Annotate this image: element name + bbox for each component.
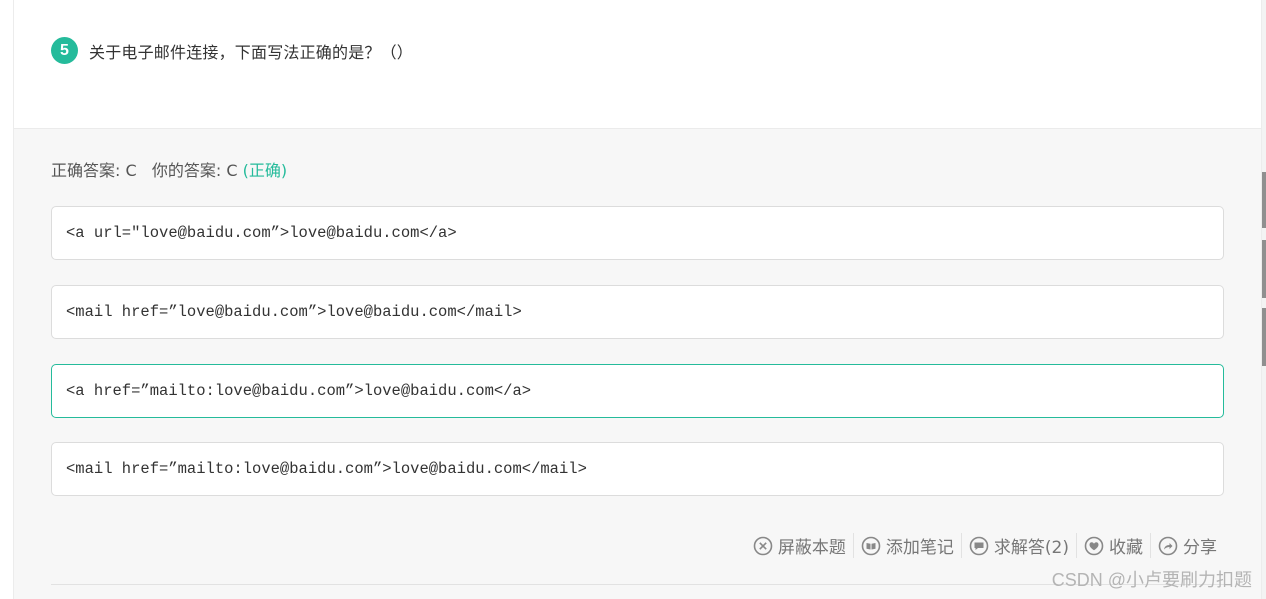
- favorite-label: 收藏: [1109, 538, 1143, 558]
- question-number-badge: 5: [51, 37, 78, 64]
- add-note-label: 添加笔记: [885, 538, 954, 558]
- correct-answer-label: 正确答案: C: [51, 161, 137, 180]
- your-answer-label: 你的答案: C: [151, 161, 238, 180]
- heart-icon: [1084, 536, 1104, 555]
- question-toolbar: 屏蔽本题 添加笔记 求解答(2) 收藏 分享: [746, 533, 1224, 558]
- option-b-text: <mail href=”love@baidu.com”>love@baidu.c…: [66, 303, 522, 321]
- scrollbar-thumb[interactable]: [1262, 172, 1266, 228]
- option-d-text: <mail href=”mailto:love@baidu.com”>love@…: [66, 460, 587, 478]
- option-a-text: <a url="love@baidu.com”>love@baidu.com</…: [66, 224, 457, 242]
- watermark: CSDN @小卢要刷力扣题: [1051, 570, 1252, 590]
- share-icon: [1158, 536, 1178, 555]
- question-header: 5 关于电子邮件连接，下面写法正确的是？（）: [51, 37, 413, 64]
- option-a[interactable]: <a url="love@baidu.com”>love@baidu.com</…: [51, 206, 1224, 260]
- favorite-button[interactable]: 收藏: [1076, 533, 1150, 558]
- question-text: 关于电子邮件连接，下面写法正确的是？（）: [89, 42, 414, 62]
- scrollbar-thumb[interactable]: [1262, 240, 1266, 298]
- scrollbar-track[interactable]: [1262, 0, 1266, 599]
- block-question-label: 屏蔽本题: [777, 538, 846, 558]
- option-d[interactable]: <mail href=”mailto:love@baidu.com”>love@…: [51, 442, 1224, 496]
- block-question-button[interactable]: 屏蔽本题: [746, 533, 853, 558]
- bottom-divider: [51, 584, 1224, 585]
- option-c[interactable]: <a href=”mailto:love@baidu.com”>love@bai…: [51, 364, 1224, 418]
- share-button[interactable]: 分享: [1150, 533, 1224, 558]
- option-c-text: <a href=”mailto:love@baidu.com”>love@bai…: [66, 382, 532, 400]
- ask-answer-button[interactable]: 求解答(2): [960, 533, 1076, 558]
- result-status: (正确): [242, 161, 288, 180]
- answer-panel: 正确答案: C 你的答案: C (正确) <a url="love@baidu.…: [14, 128, 1261, 599]
- close-circle-icon: [753, 536, 773, 555]
- page: 5 关于电子邮件连接，下面写法正确的是？（） 正确答案: C 你的答案: C (…: [0, 0, 1266, 599]
- scrollbar-thumb[interactable]: [1262, 308, 1266, 366]
- add-note-button[interactable]: 添加笔记: [852, 533, 961, 558]
- question-card: 5 关于电子邮件连接，下面写法正确的是？（） 正确答案: C 你的答案: C (…: [13, 0, 1262, 599]
- option-b[interactable]: <mail href=”love@baidu.com”>love@baidu.c…: [51, 285, 1224, 339]
- book-icon: [861, 536, 881, 555]
- share-label: 分享: [1183, 538, 1217, 558]
- chat-bubble-icon: [969, 536, 989, 555]
- ask-answer-label: 求解答(2): [993, 538, 1069, 558]
- result-line: 正确答案: C 你的答案: C (正确): [51, 157, 287, 181]
